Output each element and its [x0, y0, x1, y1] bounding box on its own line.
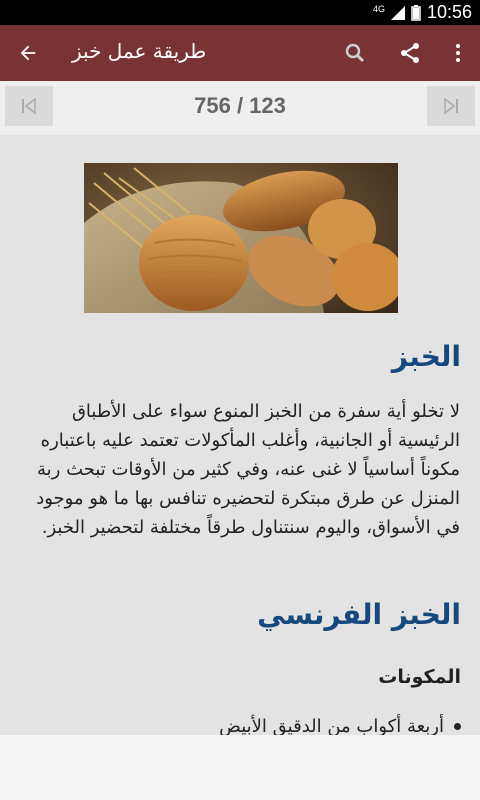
back-button[interactable] [8, 33, 48, 73]
last-page-button[interactable] [427, 86, 475, 126]
more-vert-icon [456, 44, 460, 62]
signal-icon [390, 5, 405, 20]
page-counter: 756 / 123 [194, 93, 286, 118]
ingredient-text: أربعة أكواب من الدقيق الأبيض [219, 716, 444, 737]
intro-paragraph: لا تخلو أية سفرة من الخبز المنوع سواء عل… [36, 401, 460, 538]
search-icon [345, 43, 365, 63]
skip-next-icon [444, 97, 458, 115]
arrow-back-icon [20, 45, 36, 61]
bread-image [84, 163, 398, 313]
share-icon [401, 43, 419, 63]
heading-french-bread: الخبز الفرنسي [257, 598, 461, 631]
search-button[interactable] [335, 33, 375, 73]
bottom-panel [0, 735, 480, 800]
status-bar: 4G 10:56 [0, 0, 480, 25]
network-type: 4G [372, 4, 385, 14]
pager-bar: 756 / 123 [0, 81, 480, 135]
share-button[interactable] [390, 33, 430, 73]
heading-bread: الخبز [391, 340, 461, 373]
clock: 10:56 [426, 2, 472, 22]
page-title: طريقة عمل خبز [72, 39, 207, 63]
bullet-icon [454, 723, 461, 730]
battery-icon [411, 4, 421, 21]
ingredients-title: المكونات [378, 666, 461, 688]
overflow-menu-button[interactable] [438, 33, 478, 73]
list-item: أربعة أكواب من الدقيق الأبيض [219, 716, 461, 737]
app-bar: طريقة عمل خبز [0, 25, 480, 81]
article-content: الخبز لا تخلو أية سفرة من الخبز المنوع س… [0, 135, 480, 737]
